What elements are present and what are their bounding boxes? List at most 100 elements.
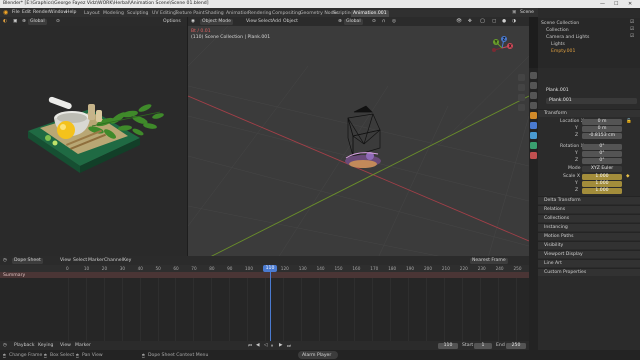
viewport-menu-add[interactable]: Add <box>272 19 281 24</box>
minimize-button[interactable]: — <box>600 1 605 7</box>
viewport-display-panel[interactable]: Viewport Display <box>538 250 640 258</box>
custom-properties-panel[interactable]: Custom Properties <box>538 268 640 276</box>
snap-icon[interactable]: ⊙ <box>372 19 376 24</box>
gizmo-toggle-icon[interactable]: ✥ <box>468 19 472 24</box>
relations-panel[interactable]: Relations <box>538 205 640 213</box>
maximize-button[interactable]: ☐ <box>614 1 618 7</box>
outliner-row[interactable]: Scene Collection <box>538 20 640 26</box>
zoom-icon[interactable] <box>518 74 525 81</box>
tab-shading[interactable]: Shading <box>203 10 226 17</box>
physics-tab-icon[interactable] <box>530 132 537 139</box>
proportional-edit-icon[interactable]: ◎ <box>392 19 396 24</box>
jump-end-icon[interactable]: ⏭ <box>287 343 291 349</box>
camera-view-toggle-icon[interactable] <box>518 94 525 101</box>
3d-viewport[interactable]: X Y Z Bt / 0.01 (110) Scene Collection |… <box>188 26 529 258</box>
object-tab-icon[interactable] <box>530 112 537 119</box>
scale-x-field[interactable]: 1.000 <box>582 174 622 180</box>
outliner-row[interactable]: Lights <box>538 41 640 47</box>
scene-selector[interactable]: Scene <box>520 10 534 15</box>
outliner-row[interactable]: Collection <box>538 27 640 33</box>
tab-sculpting[interactable]: Sculpting <box>125 10 150 17</box>
current-frame-indicator[interactable]: 110 <box>263 265 277 272</box>
viewport-menu-object[interactable]: Object <box>283 19 298 24</box>
menu-file[interactable]: File <box>12 10 20 15</box>
play-reverse-icon[interactable]: ◁ <box>264 343 268 348</box>
lock-icon[interactable]: 🔓 <box>626 119 632 124</box>
menu-edit[interactable]: Edit <box>22 10 31 15</box>
keyframe-icon[interactable]: ◆ <box>626 174 630 179</box>
dopesheet-menu-select[interactable]: Select <box>73 258 87 263</box>
close-button[interactable]: ✕ <box>628 1 632 7</box>
rotation-mode-dropdown[interactable]: XYZ Euler <box>582 166 622 172</box>
pivot-icon[interactable]: ⊙ <box>56 19 60 24</box>
menu-help[interactable]: Help <box>66 10 76 15</box>
tab-modeling[interactable]: Modeling <box>101 10 126 17</box>
timeline-menu-keying[interactable]: Keying <box>38 343 53 348</box>
tab-texture-paint[interactable]: Texture Paint <box>173 10 207 17</box>
outliner-row[interactable]: Empty.001 <box>538 48 640 54</box>
location-x-field[interactable]: 0 m <box>582 119 622 125</box>
end-frame-field[interactable]: 250 <box>506 342 526 349</box>
xray-toggle-icon[interactable]: ▢ <box>492 19 496 24</box>
line-art-panel[interactable]: Line Art <box>538 259 640 267</box>
constraints-tab-icon[interactable] <box>530 142 537 149</box>
location-z-field[interactable]: -0.8153 cm <box>582 133 622 139</box>
motion-paths-panel[interactable]: Motion Paths <box>538 232 640 240</box>
pan-hand-icon[interactable] <box>518 84 525 91</box>
editor-type-icon[interactable]: ◐ <box>3 19 7 24</box>
viewport-editor-type-icon[interactable]: ◉ <box>191 19 195 24</box>
visibility-panel[interactable]: Visibility <box>538 241 640 249</box>
scene-tab-icon[interactable] <box>530 102 537 109</box>
tool-tab-icon[interactable] <box>530 72 537 79</box>
dopesheet-menu-marker[interactable]: Marker <box>88 258 104 263</box>
scale-z-field[interactable]: 1.000 <box>582 188 622 194</box>
outliner-checkbox-icon[interactable]: ☑ <box>630 34 634 39</box>
snap-nearest-dropdown[interactable]: Nearest Frame <box>470 257 508 264</box>
camera-view-icon[interactable]: ▣ <box>13 19 17 24</box>
dopesheet-editor-icon[interactable]: ◷ <box>3 258 7 263</box>
tab-animation-001[interactable]: Animation.001 <box>351 9 389 17</box>
blender-logo-icon[interactable]: ◉ <box>3 9 8 16</box>
instancing-panel[interactable]: Instancing <box>538 223 640 231</box>
scale-y-field[interactable]: 1.000 <box>582 181 622 187</box>
dopesheet-menu-key[interactable]: Key <box>123 258 131 263</box>
modifier-tab-icon[interactable] <box>530 122 537 129</box>
collections-panel[interactable]: Collections <box>538 214 640 222</box>
current-frame-field[interactable]: 110 <box>438 342 458 349</box>
object-name-field[interactable]: Plank.001 <box>546 98 637 104</box>
outliner-checkbox-icon[interactable]: ☑ <box>630 27 634 32</box>
start-frame-field[interactable]: 1 <box>474 342 492 349</box>
playhead[interactable] <box>270 265 271 341</box>
transform-panel-header[interactable]: Transform <box>538 109 640 117</box>
viewport-menu-view[interactable]: View <box>246 19 257 24</box>
rotation-x-field[interactable]: 0° <box>582 144 622 150</box>
dopesheet-menu-view[interactable]: View <box>60 258 71 263</box>
outliner-checkbox-icon[interactable]: ☑ <box>630 20 634 25</box>
menu-render[interactable]: Render <box>33 10 49 15</box>
dopesheet-mode-dropdown[interactable]: Dope Sheet <box>12 257 43 264</box>
viewport-menu-select[interactable]: Select <box>258 19 272 24</box>
outliner-row[interactable]: Camera and Lights <box>538 34 640 40</box>
mode-dropdown[interactable]: Object Mode <box>200 18 233 25</box>
step-back-icon[interactable]: ◀ <box>256 343 260 348</box>
timeline-editor-icon[interactable]: ◷ <box>3 343 7 348</box>
tab-layout[interactable]: Layout <box>82 10 102 17</box>
magnet-icon[interactable]: ∩ <box>382 19 385 24</box>
rotation-z-field[interactable]: 0° <box>582 158 622 164</box>
timeline-menu-view[interactable]: View <box>60 343 71 348</box>
pause-icon[interactable]: ⏸ <box>271 343 273 349</box>
render-tab-icon[interactable] <box>530 82 537 89</box>
output-tab-icon[interactable] <box>530 92 537 99</box>
menu-window[interactable]: Window <box>49 10 67 15</box>
visibility-icon[interactable]: 👁 <box>456 19 462 24</box>
shading-solid-icon[interactable]: ● <box>502 19 506 24</box>
viewport-orientation-dropdown[interactable]: Global <box>344 18 363 25</box>
left-camera-view[interactable] <box>0 26 187 258</box>
dopesheet-area[interactable]: 0 10 20 30 40 50 60 70 80 90 100 110120 130 140 150 160… <box>0 265 529 341</box>
step-forward-icon[interactable]: ▶ <box>279 343 283 348</box>
rotation-y-field[interactable]: 0° <box>582 151 622 157</box>
material-tab-icon[interactable] <box>530 152 537 159</box>
location-y-field[interactable]: 0 m <box>582 126 622 132</box>
delta-transform-panel[interactable]: Delta Transform <box>538 196 640 204</box>
timeline-menu-playback[interactable]: Playback <box>14 343 35 348</box>
